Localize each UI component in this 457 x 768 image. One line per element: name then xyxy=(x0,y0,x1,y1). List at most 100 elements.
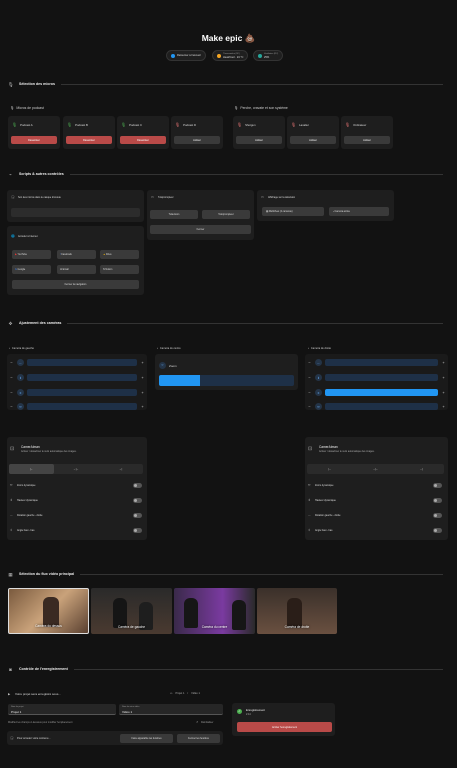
height-dynamic-toggle[interactable] xyxy=(433,498,442,503)
check-icon: ✓ xyxy=(237,709,242,714)
video-name-field[interactable]: Nom de votre vidéo Vidéo 1 xyxy=(119,704,223,715)
video-thumb-left[interactable]: Caméra de gauche xyxy=(91,588,172,634)
camera-center-label: Caméra du centre xyxy=(159,347,181,350)
cameraiman-left-card: ⊡ CamerAIman Activer / désactiver le sui… xyxy=(7,437,147,540)
code-icon: ⌁ xyxy=(9,171,12,177)
track-right-option[interactable]: →| xyxy=(398,464,444,474)
link-email-button[interactable]: ✉ Email xyxy=(57,265,96,274)
zoom-icon: ⤧ xyxy=(17,403,24,410)
cameraiman-desc: Activer / désactiver le suivi automatiqu… xyxy=(21,450,77,453)
plus-button[interactable]: + xyxy=(441,360,446,365)
plus-button[interactable]: + xyxy=(140,390,145,395)
headphones-icon: 🎧 xyxy=(10,736,14,740)
video-thumb-top[interactable]: Caméra du dessus xyxy=(8,588,89,634)
height-icon: ≡ xyxy=(315,389,322,396)
minus-button[interactable]: − xyxy=(9,375,14,380)
plus-button[interactable]: + xyxy=(441,390,446,395)
plus-button[interactable]: + xyxy=(140,375,145,380)
minus-button[interactable]: − xyxy=(307,390,312,395)
link-google-button[interactable]: G Google xyxy=(12,265,51,274)
angle-toggle[interactable] xyxy=(433,528,442,533)
video-thumb-right[interactable]: Caméra de droite xyxy=(257,588,337,634)
link-label: Email xyxy=(62,268,69,271)
grid-icon: ▦ xyxy=(8,571,13,577)
angle-toggle[interactable] xyxy=(133,528,142,533)
mic-toggle-button[interactable]: Activer xyxy=(290,136,336,144)
height-dynamic-toggle[interactable] xyxy=(133,498,142,503)
zoom-slider[interactable] xyxy=(325,403,438,410)
tilt-slider[interactable] xyxy=(27,374,137,381)
zoom-icon: ⤧ xyxy=(159,362,166,369)
mic-toggle-button[interactable]: Activer xyxy=(174,136,220,144)
tele-television-button[interactable]: Télévision xyxy=(150,210,198,219)
tilt-control: − ⇕ + xyxy=(9,373,145,382)
mic-toggle-button[interactable]: Désactiver xyxy=(66,136,112,144)
move-icon: ✥ xyxy=(8,320,13,326)
podcast-mics-title-label: Micros de podcast xyxy=(16,106,44,110)
mic-toggle-button[interactable]: Activer xyxy=(344,136,390,144)
minus-button[interactable]: − xyxy=(307,360,312,365)
track-left-option[interactable]: |← xyxy=(307,464,353,474)
thermometer-badge[interactable]: Thermomètre (RC) Heat/Cool · 24 °C xyxy=(212,50,249,61)
minus-button[interactable]: − xyxy=(9,404,14,409)
fan-badge[interactable]: Ventilateur (RC) 25% xyxy=(253,50,284,61)
close-navigation-button[interactable]: Fermer la navigation xyxy=(12,280,139,289)
tele-close-button[interactable]: Fermer xyxy=(150,225,251,234)
link-notion-button[interactable]: N Notion xyxy=(100,265,139,274)
link-drive-button[interactable]: ▲ Drive xyxy=(100,250,139,259)
zoom-dynamic-toggle[interactable] xyxy=(133,483,142,488)
project-name-field[interactable]: Nom du projet Projet 1 xyxy=(8,704,116,715)
section-video-label: Sélection du flux vidéo principal xyxy=(19,572,75,576)
internet-label: Accéder à Internet xyxy=(18,234,38,238)
height-slider[interactable] xyxy=(27,389,137,396)
path-hint: Modifiez les champs ci-dessous pour modi… xyxy=(8,721,73,724)
plus-button[interactable]: + xyxy=(140,360,145,365)
rotation-toggle[interactable] xyxy=(433,513,442,518)
minus-button[interactable]: − xyxy=(9,390,14,395)
return-home-button[interactable]: Retourner à l'accueil xyxy=(166,50,206,61)
mic-toggle-button[interactable]: Désactiver xyxy=(11,136,57,144)
tilt-control: − ⇕ + xyxy=(307,373,446,382)
track-right-option[interactable]: →| xyxy=(98,464,143,474)
rotation-toggle[interactable] xyxy=(133,513,142,518)
pan-slider[interactable] xyxy=(325,359,438,366)
tv-multiview-button[interactable]: ▦ MultiView (4 caméras) xyxy=(262,207,324,216)
track-center-option[interactable]: →|← xyxy=(353,464,399,474)
video-thumb-center[interactable]: Caméra du centre xyxy=(174,588,255,634)
zoom-dynamic-toggle[interactable] xyxy=(433,483,442,488)
mic-name: Podcast A xyxy=(20,122,33,127)
plus-button[interactable]: + xyxy=(441,404,446,409)
stop-recording-button[interactable]: Arrêter l'enregistrement xyxy=(237,722,332,732)
track-center-option[interactable]: →|← xyxy=(54,464,99,474)
height-dynamic-icon: ⇕ xyxy=(308,498,311,502)
plus-button[interactable]: + xyxy=(140,404,145,409)
tele-teleprompter-button[interactable]: Téléprompteur xyxy=(202,210,250,219)
close-windows-button[interactable]: Fermer les fenêtres xyxy=(177,733,220,743)
plus-button[interactable]: + xyxy=(441,375,446,380)
zoom-slider[interactable] xyxy=(159,375,294,386)
tv-active-camera-button[interactable]: ▪ Caméra active xyxy=(329,207,389,216)
toggle-label: Zoom dynamique xyxy=(315,483,334,487)
height-slider[interactable] xyxy=(325,389,438,396)
minus-button[interactable]: − xyxy=(307,404,312,409)
reset-button[interactable]: ↺ Réinitialiser xyxy=(196,721,213,724)
tilt-icon: ⇕ xyxy=(17,374,24,381)
minus-button[interactable]: − xyxy=(9,360,14,365)
path-part-2: Vidéo 1 xyxy=(191,692,200,695)
thumb-caption: Caméra du centre xyxy=(201,625,228,629)
show-windows-button[interactable]: Faire apparaître les fenêtres xyxy=(120,733,173,743)
headphones-select[interactable] xyxy=(11,208,140,217)
camera-icon: ▪ xyxy=(9,347,10,350)
pan-slider[interactable] xyxy=(27,359,137,366)
mic-toggle-button[interactable]: Activer xyxy=(236,136,282,144)
minus-button[interactable]: − xyxy=(307,375,312,380)
link-youtube-button[interactable]: ▶ YouTube xyxy=(12,250,51,259)
mic-toggle-button[interactable]: Désactiver xyxy=(120,136,166,144)
cameraiman-title: CamerAIman xyxy=(21,445,40,449)
link-facebook-button[interactable]: f Facebook xyxy=(57,250,96,259)
zoom-slider[interactable] xyxy=(27,403,137,410)
mic-name: Lavalier xyxy=(299,122,309,127)
microphone-icon: 🎙 xyxy=(10,106,15,110)
tilt-slider[interactable] xyxy=(325,374,438,381)
track-left-option[interactable]: |← xyxy=(9,464,54,474)
